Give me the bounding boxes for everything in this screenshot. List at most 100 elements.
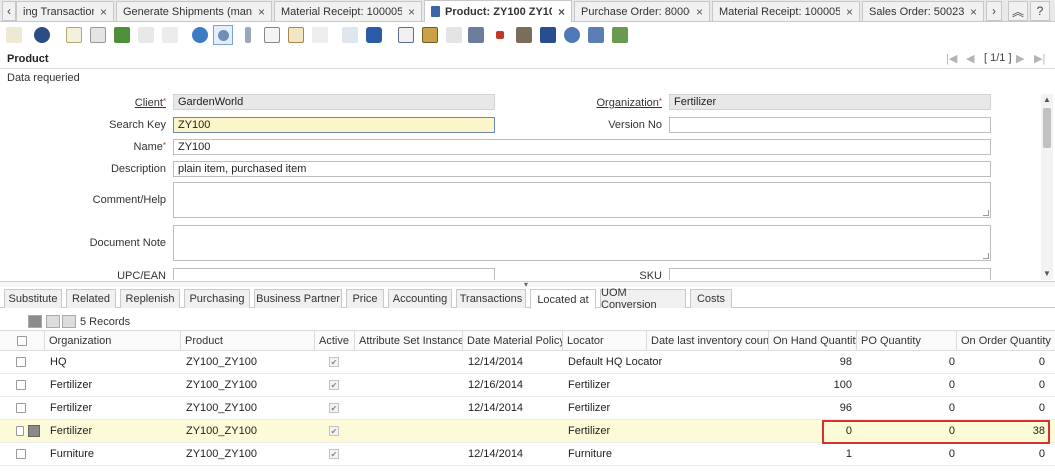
window-tab-generate-shipments[interactable]: Generate Shipments (manual) × — [116, 1, 272, 21]
collapse-button[interactable]: ︽ — [1008, 1, 1028, 21]
checkbox-icon[interactable] — [16, 449, 26, 459]
save-button[interactable] — [112, 25, 132, 45]
select-all-checkbox-cell[interactable] — [0, 331, 44, 350]
last-record-button[interactable]: ▶| — [1034, 52, 1045, 65]
window-tab-sales-order[interactable]: Sales Order: 50023 × — [862, 1, 984, 21]
comment-help-field[interactable] — [173, 182, 991, 218]
grid-toggle-button[interactable] — [286, 25, 306, 45]
table-row[interactable]: Fertilizer ZY100_ZY100 ✔ 12/14/2014 Fert… — [0, 397, 1055, 420]
tab-costs[interactable]: Costs — [690, 289, 732, 308]
table-row[interactable]: HQ ZY100_ZY100 ✔ 12/14/2014 Default HQ L… — [0, 351, 1055, 374]
checkbox-icon[interactable] — [16, 380, 26, 390]
tab-uom-conversion[interactable]: UOM Conversion — [600, 287, 686, 311]
close-icon[interactable]: × — [558, 5, 565, 19]
archive-button[interactable] — [420, 25, 440, 45]
find-button[interactable] — [213, 25, 233, 45]
tab-related[interactable]: Related — [66, 289, 116, 308]
table-row-selected[interactable]: Fertilizer ZY100_ZY100 ✔ Fertilizer 0 0 … — [0, 420, 1055, 443]
row-edit-icon[interactable] — [28, 425, 40, 437]
close-icon[interactable]: × — [258, 5, 265, 19]
help-tool-button[interactable] — [32, 25, 52, 45]
copy-record-button[interactable] — [88, 25, 108, 45]
column-header-active[interactable]: Active — [314, 331, 354, 350]
tab-price[interactable]: Price — [346, 289, 384, 308]
tab-purchasing[interactable]: Purchasing — [184, 289, 250, 308]
upc-ean-field[interactable] — [173, 268, 495, 280]
import-button[interactable] — [610, 25, 630, 45]
search-key-field[interactable]: ZY100 — [173, 117, 495, 133]
column-header-organization[interactable]: Organization — [44, 331, 180, 350]
checkbox-icon[interactable] — [16, 403, 26, 413]
previous-record-button[interactable]: ◀ — [966, 52, 974, 65]
close-icon[interactable]: × — [100, 5, 107, 19]
undo-button[interactable] — [4, 25, 24, 45]
row-select-cell[interactable] — [12, 443, 44, 465]
column-header-on-order[interactable]: On Order Quantity — [956, 331, 1055, 350]
checkbox-icon[interactable] — [16, 357, 26, 367]
row-select-cell[interactable] — [12, 351, 44, 373]
grid-view-icon[interactable] — [28, 315, 42, 328]
tab-replenish[interactable]: Replenish — [120, 289, 180, 308]
close-icon[interactable]: × — [408, 5, 415, 19]
description-field[interactable]: plain item, purchased item — [173, 161, 991, 177]
report-button[interactable] — [396, 25, 416, 45]
grid-add-icon[interactable] — [46, 315, 60, 328]
column-header-date-last-inventory[interactable]: Date last inventory count — [646, 331, 768, 350]
tab-located-at[interactable]: Located at — [530, 289, 596, 309]
close-icon[interactable]: × — [846, 5, 853, 19]
column-header-locator[interactable]: Locator — [562, 331, 646, 350]
process-button[interactable] — [562, 25, 582, 45]
column-header-product[interactable]: Product — [180, 331, 314, 350]
version-no-field[interactable] — [669, 117, 991, 133]
tab-business-partner[interactable]: Business Partner — [254, 289, 342, 308]
window-tab-material-receipt-10000522[interactable]: Material Receipt: 10000522 × — [712, 1, 860, 21]
scroll-up-icon[interactable]: ▲ — [1043, 95, 1051, 104]
column-header-on-hand[interactable]: On Hand Quantity — [768, 331, 856, 350]
checkbox-icon[interactable] — [16, 426, 25, 436]
print-button[interactable] — [444, 25, 464, 45]
column-header-po-quantity[interactable]: PO Quantity — [856, 331, 956, 350]
resize-handle-icon[interactable] — [983, 210, 989, 216]
tab-substitute[interactable]: Substitute — [4, 289, 62, 308]
column-header-date-material-policy[interactable]: Date Material Policy — [462, 331, 562, 350]
first-record-button[interactable]: |◀ — [946, 52, 957, 65]
request-button[interactable] — [514, 25, 534, 45]
grid-delete-icon[interactable] — [62, 315, 76, 328]
delete-button[interactable] — [160, 25, 180, 45]
tab-scroll-right-button[interactable]: › — [986, 1, 1002, 21]
next-record-button[interactable]: ▶ — [1016, 52, 1024, 65]
help-button[interactable]: ? — [1030, 1, 1050, 21]
window-tab-inventory-transaction[interactable]: ing Transaction × — [16, 1, 114, 21]
window-tab-material-receipt-10000521[interactable]: Material Receipt: 10000521 × — [274, 1, 422, 21]
save-new-button[interactable] — [136, 25, 156, 45]
client-label[interactable]: Client* — [60, 97, 166, 109]
tab-accounting[interactable]: Accounting — [388, 289, 452, 308]
new-record-button[interactable] — [64, 25, 84, 45]
splitter-grip-icon[interactable]: ▾ — [524, 280, 528, 289]
scrollbar-thumb[interactable] — [1043, 108, 1051, 148]
column-header-asi[interactable]: Attribute Set Instance — [354, 331, 462, 350]
attachment-button[interactable] — [238, 25, 258, 45]
history-button[interactable] — [310, 25, 330, 45]
panel-splitter[interactable]: ▾ — [0, 280, 1055, 289]
name-field[interactable]: ZY100 — [173, 139, 991, 155]
parent-record-button[interactable] — [340, 25, 360, 45]
tab-transactions[interactable]: Transactions — [456, 289, 526, 308]
client-field[interactable]: GardenWorld — [173, 94, 495, 110]
table-row[interactable]: Fertilizer ZY100_ZY100 ✔ 12/16/2014 Fert… — [0, 374, 1055, 397]
product-info-button[interactable] — [538, 25, 558, 45]
window-tab-product[interactable]: Product: ZY100 ZY100 × — [424, 0, 572, 22]
active-workflows-button[interactable] — [490, 25, 510, 45]
organization-field[interactable]: Fertilizer — [669, 94, 991, 110]
export-button[interactable] — [586, 25, 606, 45]
table-row[interactable]: Furniture ZY100_ZY100 ✔ 12/14/2014 Furni… — [0, 443, 1055, 466]
tab-scroll-left-button[interactable]: ‹ — [2, 1, 16, 21]
scroll-down-icon[interactable]: ▼ — [1043, 269, 1051, 278]
row-select-cell[interactable] — [12, 374, 44, 396]
sku-field[interactable] — [669, 268, 991, 280]
close-icon[interactable]: × — [696, 5, 703, 19]
close-icon[interactable]: × — [970, 5, 977, 19]
window-tab-purchase-order[interactable]: Purchase Order: 800004 × — [574, 1, 710, 21]
checkbox-icon[interactable] — [17, 335, 27, 346]
document-note-field[interactable] — [173, 225, 991, 261]
